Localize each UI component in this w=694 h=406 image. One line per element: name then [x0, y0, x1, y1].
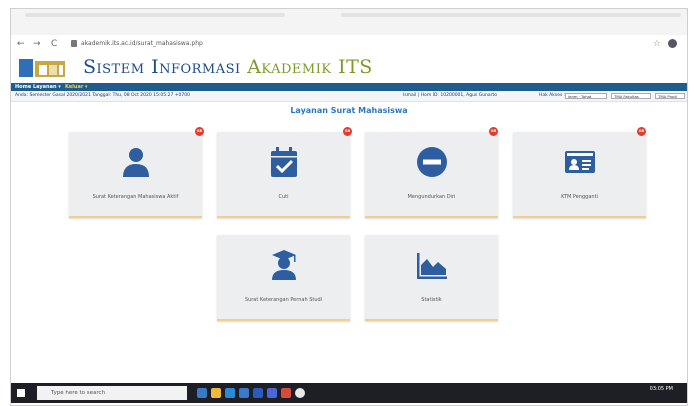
its-logo-icon	[19, 59, 65, 77]
card-label: Cuti	[278, 194, 289, 200]
app-title-part1: Sistem Informasi	[83, 56, 241, 78]
file-explorer-icon[interactable]	[211, 388, 221, 398]
menu-item-keluar[interactable]: Keluar ▾	[65, 83, 88, 91]
word-icon[interactable]	[267, 388, 277, 398]
browser-tabstrip	[11, 9, 687, 35]
forward-icon[interactable]: →	[33, 35, 41, 53]
windows-taskbar: Type here to search 03:05 PM	[11, 383, 687, 403]
profile-avatar-icon[interactable]	[668, 39, 677, 48]
bookmark-star-icon[interactable]: ☆	[653, 35, 661, 53]
taskbar-search-input[interactable]: Type here to search	[37, 386, 187, 400]
url-text[interactable]: akademik.its.ac.id/surat_mahasiswa.php	[81, 35, 203, 53]
screenshot-frame: ← → C akademik.its.ac.id/surat_mahasiswa…	[10, 8, 688, 406]
browser-tab[interactable]	[341, 13, 681, 17]
card-label: Mengundurkan Diri	[407, 194, 456, 200]
faculty-select[interactable]: TMA Fakultas	[611, 93, 651, 99]
graduate-icon	[271, 250, 296, 280]
card-label: Surat Keterangan Pernah Studi	[244, 297, 323, 303]
main-menu-bar: Home Layanan ▾ Keluar ▾	[11, 83, 687, 91]
search-placeholder: Type here to search	[51, 390, 106, 396]
store-icon[interactable]	[239, 388, 249, 398]
notification-badge: GR	[489, 127, 498, 136]
service-card-cuti[interactable]: Cuti	[217, 132, 350, 218]
semester-info: Anda: Semester Gasal 2020/2021 Tanggal: …	[15, 93, 191, 98]
app-icon[interactable]	[281, 388, 291, 398]
app-title: Sistem Informasi Akademik ITS	[83, 56, 373, 78]
card-label: KTM Pengganti	[561, 194, 598, 200]
app-title-part2: Akademik ITS	[247, 56, 373, 78]
session-info-bar: Anda: Semester Gasal 2020/2021 Tanggal: …	[11, 91, 687, 102]
task-view-icon[interactable]	[197, 388, 207, 398]
reload-icon[interactable]: C	[51, 35, 57, 53]
notification-badge: GR	[195, 127, 204, 136]
lock-icon	[71, 40, 77, 47]
prodi-select[interactable]: TMA Prodi	[655, 93, 685, 99]
minus-circle-icon	[416, 147, 447, 177]
access-select[interactable]: Jenm · Tahat	[565, 93, 607, 99]
chrome-icon[interactable]	[295, 388, 305, 398]
start-button-icon[interactable]	[17, 389, 25, 397]
edge-icon[interactable]	[225, 388, 235, 398]
taskbar-clock[interactable]: 03:05 PM	[650, 385, 673, 393]
card-label: Surat Keterangan Mahasiswa Aktif	[92, 194, 179, 200]
area-chart-icon	[416, 253, 447, 279]
service-card-surat-aktif[interactable]: Surat Keterangan Mahasiswa Aktif	[69, 132, 202, 218]
service-card-pernah-studi[interactable]: Surat Keterangan Pernah Studi	[217, 235, 350, 321]
app-header: Sistem Informasi Akademik ITS	[11, 53, 687, 83]
browser-tab[interactable]	[25, 13, 285, 17]
menu-item-layanan[interactable]: Layanan ▾	[33, 83, 61, 91]
back-icon[interactable]: ←	[17, 35, 25, 53]
service-card-ktm-pengganti[interactable]: KTM Pengganti	[513, 132, 646, 218]
calendar-check-icon	[270, 147, 297, 177]
mail-icon[interactable]	[253, 388, 263, 398]
person-icon	[122, 148, 149, 177]
notification-badge: GR	[637, 127, 646, 136]
service-card-mengundurkan-diri[interactable]: Mengundurkan Diri	[365, 132, 498, 218]
service-card-statistik[interactable]: Statistik	[365, 235, 498, 321]
user-info: Ismail | Hom ID: 10200001, Agus Gunarto	[403, 93, 498, 98]
access-label: Hak Akses :	[539, 93, 566, 98]
notification-badge: GR	[343, 127, 352, 136]
address-bar[interactable]: ← → C akademik.its.ac.id/surat_mahasiswa…	[11, 35, 687, 54]
page-title: Layanan Surat Mahasiswa	[290, 106, 408, 115]
menu-item-home[interactable]: Home	[15, 83, 31, 91]
id-card-icon	[564, 151, 595, 173]
card-label: Statistik	[421, 297, 442, 303]
